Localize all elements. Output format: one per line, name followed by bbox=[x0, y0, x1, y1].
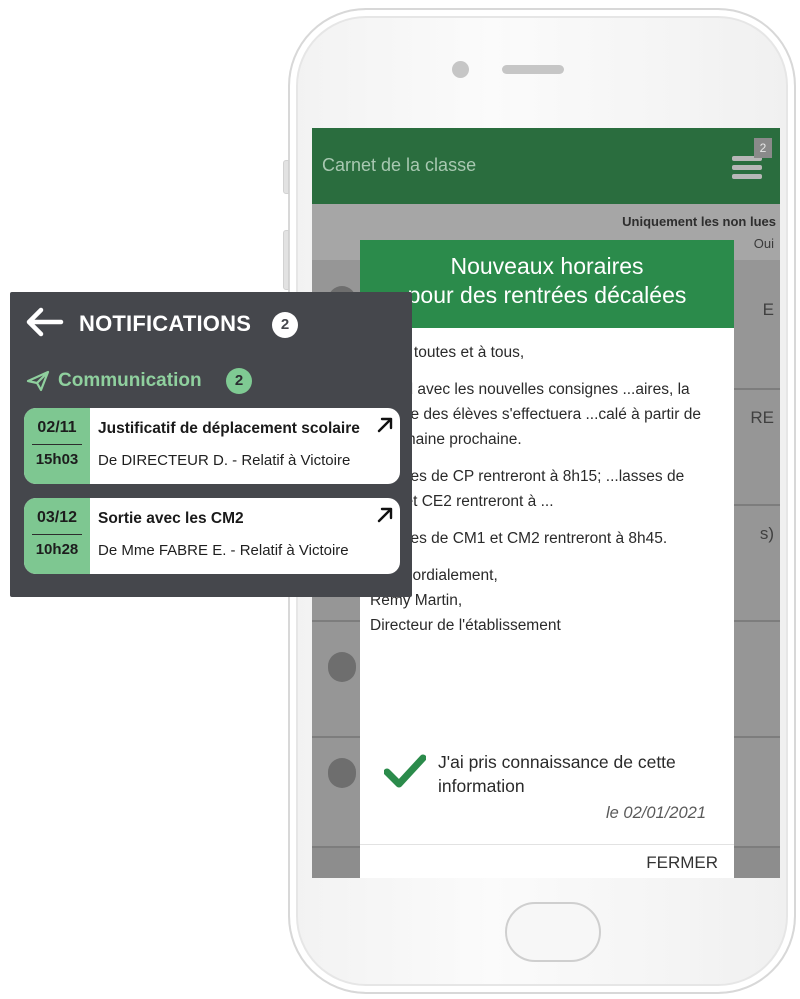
notifications-count-badge: 2 bbox=[272, 312, 298, 338]
date-divider bbox=[32, 534, 82, 535]
menu-button[interactable]: 2 bbox=[732, 138, 772, 186]
notification-date-block: 02/11 15h03 bbox=[24, 408, 90, 484]
filter-label: Uniquement les non lues bbox=[622, 214, 776, 229]
dialog-title-line-1: Nouveaux horaires bbox=[450, 253, 644, 279]
app-title: Carnet de la classe bbox=[322, 155, 477, 175]
close-button[interactable]: FERMER bbox=[646, 853, 718, 873]
acknowledge-checkbox[interactable]: J'ai pris connaissance de cette informat… bbox=[384, 750, 714, 810]
notification-date-block: 03/12 10h28 bbox=[24, 498, 90, 574]
phone-camera bbox=[452, 61, 469, 78]
notification-subject: Justificatif de déplacement scolaire bbox=[98, 420, 360, 437]
notification-sender: De DIRECTEUR D. - Relatif à Victoire bbox=[98, 452, 351, 469]
date-divider bbox=[32, 444, 82, 445]
filter-toggle[interactable]: Oui bbox=[754, 236, 774, 251]
avatar bbox=[328, 758, 356, 788]
acknowledge-label: J'ai pris connaissance de cette informat… bbox=[438, 752, 676, 796]
phone-home-button[interactable] bbox=[505, 902, 601, 962]
dialog-title-line-2: pour des rentrées décalées bbox=[407, 282, 687, 308]
notification-item[interactable]: 02/11 15h03 Justificatif de déplacement … bbox=[24, 408, 400, 484]
notification-day: 03/12 bbox=[36, 509, 78, 526]
phone-speaker bbox=[502, 65, 564, 74]
dialog-header: Nouveaux horaires pour des rentrées déca… bbox=[360, 240, 734, 328]
message-paragraph: ...lasses de CM1 et CM2 rentreront à 8h4… bbox=[370, 530, 668, 547]
phone-side-button bbox=[283, 160, 289, 194]
category-count-badge: 2 bbox=[226, 368, 252, 394]
menu-icon-line bbox=[732, 174, 762, 179]
signature-role: Directeur de l'établissement bbox=[370, 617, 561, 634]
menu-badge: 2 bbox=[754, 138, 772, 158]
signature-name: Rémy Martin, bbox=[370, 592, 463, 609]
dialog-title: Nouveaux horaires pour des rentrées déca… bbox=[360, 252, 734, 310]
send-icon bbox=[26, 370, 50, 392]
notification-time: 15h03 bbox=[35, 451, 79, 468]
list-item-fragment: E bbox=[762, 300, 774, 319]
message-paragraph: ...lasses de CP rentreront à 8h15; ...la… bbox=[370, 468, 685, 510]
notifications-panel: NOTIFICATIONS 2 Communication 2 02/11 15… bbox=[10, 292, 412, 597]
notification-item[interactable]: 03/12 10h28 Sortie avec les CM2 De Mme F… bbox=[24, 498, 400, 574]
notifications-title: NOTIFICATIONS bbox=[79, 311, 252, 336]
avatar bbox=[328, 652, 356, 682]
acknowledge-date: le 02/01/2021 bbox=[605, 804, 706, 822]
open-arrow-icon[interactable] bbox=[376, 506, 394, 524]
menu-icon-line bbox=[732, 165, 762, 170]
information-dialog: Nouveaux horaires pour des rentrées déca… bbox=[360, 240, 734, 878]
list-item-fragment: RE bbox=[750, 408, 774, 427]
notification-day: 02/11 bbox=[37, 419, 77, 436]
list-item-fragment: s) bbox=[759, 524, 774, 543]
closing-text: Très cordialement, bbox=[370, 567, 498, 584]
dialog-footer: FERMER bbox=[360, 844, 734, 878]
notification-time: 10h28 bbox=[35, 541, 79, 558]
notification-subject: Sortie avec les CM2 bbox=[98, 510, 244, 527]
greeting-text: ...ur à toutes et à tous, bbox=[370, 344, 525, 361]
message-paragraph: ...cord avec les nouvelles consignes ...… bbox=[370, 381, 701, 448]
category-communication[interactable]: Communication bbox=[58, 370, 202, 392]
check-icon bbox=[384, 754, 426, 788]
back-arrow-icon[interactable] bbox=[24, 307, 64, 337]
notification-sender: De Mme FABRE E. - Relatif à Victoire bbox=[98, 542, 349, 559]
open-arrow-icon[interactable] bbox=[376, 416, 394, 434]
phone-volume-up-button bbox=[283, 230, 289, 290]
app-header: Carnet de la classe 2 bbox=[312, 128, 780, 204]
